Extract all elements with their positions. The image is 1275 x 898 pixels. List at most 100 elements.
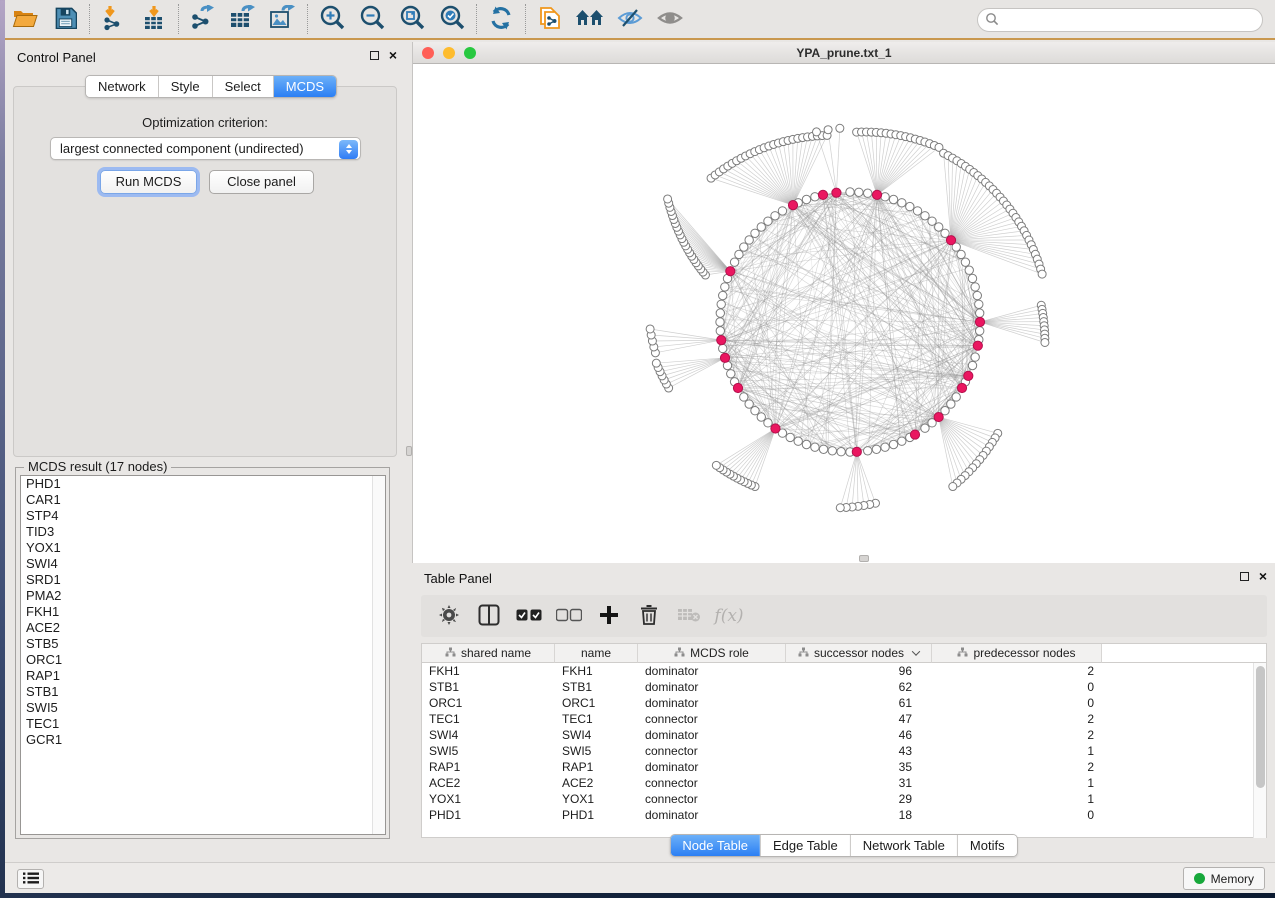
tab-style[interactable]: Style bbox=[158, 76, 212, 97]
import-network-button[interactable] bbox=[94, 2, 134, 36]
close-panel-icon[interactable]: × bbox=[389, 51, 397, 60]
cell-shared-name: RAP1 bbox=[422, 759, 555, 775]
zoom-selected-button[interactable] bbox=[432, 2, 472, 36]
table-row[interactable]: TEC1TEC1connector472 bbox=[422, 711, 1266, 727]
column-header-shared-name[interactable]: shared name bbox=[422, 644, 555, 663]
control-panel-title: Control Panel bbox=[17, 50, 96, 65]
mcds-result-item[interactable]: ACE2 bbox=[21, 620, 385, 636]
mcds-result-item[interactable]: TEC1 bbox=[21, 716, 385, 732]
table-scrollbar-thumb[interactable] bbox=[1256, 666, 1265, 788]
tab-node-table[interactable]: Node Table bbox=[670, 835, 760, 856]
add-column-button[interactable] bbox=[591, 600, 627, 632]
mcds-result-item[interactable]: YOX1 bbox=[21, 540, 385, 556]
list-icon bbox=[23, 872, 39, 887]
network-window-titlebar[interactable]: YPA_prune.txt_1 bbox=[413, 42, 1275, 64]
search-field[interactable] bbox=[977, 8, 1263, 32]
cell-MCDS-role: dominator bbox=[638, 663, 786, 679]
column-label: predecessor nodes bbox=[973, 646, 1075, 660]
tab-network[interactable]: Network bbox=[86, 76, 158, 97]
float-panel-icon[interactable] bbox=[370, 51, 379, 60]
hide-selected-button[interactable] bbox=[610, 2, 650, 36]
column-header-name[interactable]: name bbox=[555, 644, 638, 663]
refresh-icon bbox=[488, 5, 514, 34]
trash-icon bbox=[640, 604, 658, 628]
mcds-result-item[interactable]: PHD1 bbox=[21, 476, 385, 492]
cell-name: STB1 bbox=[555, 679, 638, 695]
export-table-button[interactable] bbox=[223, 2, 263, 36]
mcds-result-item[interactable]: ORC1 bbox=[21, 652, 385, 668]
tab-select[interactable]: Select bbox=[212, 76, 273, 97]
mcds-list-scrollbar[interactable] bbox=[372, 476, 385, 834]
vertical-splitter-grip[interactable] bbox=[406, 446, 412, 456]
tab-edge-table[interactable]: Edge Table bbox=[760, 835, 850, 856]
show-all-button[interactable] bbox=[650, 2, 690, 36]
export-network-icon bbox=[189, 5, 217, 34]
import-table-button[interactable] bbox=[134, 2, 174, 36]
table-row[interactable]: SWI4SWI4dominator462 bbox=[422, 727, 1266, 743]
select-all-button[interactable] bbox=[511, 600, 547, 632]
tab-motifs[interactable]: Motifs bbox=[957, 835, 1017, 856]
mcds-result-item[interactable]: SRD1 bbox=[21, 572, 385, 588]
mcds-result-list[interactable]: PHD1CAR1STP4TID3YOX1SWI4SRD1PMA2FKH1ACE2… bbox=[20, 475, 386, 835]
zoom-fit-button[interactable] bbox=[392, 2, 432, 36]
column-header-predecessor-nodes[interactable]: predecessor nodes bbox=[932, 644, 1102, 663]
mcds-result-item[interactable]: FKH1 bbox=[21, 604, 385, 620]
search-input[interactable] bbox=[999, 10, 1262, 30]
float-panel-icon[interactable] bbox=[1240, 572, 1249, 581]
table-scrollbar[interactable] bbox=[1253, 663, 1266, 838]
mcds-result-item[interactable]: SWI5 bbox=[21, 700, 385, 716]
horizontal-splitter-grip[interactable] bbox=[859, 555, 869, 562]
first-neighbors-button[interactable] bbox=[570, 2, 610, 36]
mcds-result-item[interactable]: STP4 bbox=[21, 508, 385, 524]
mcds-result-item[interactable]: GCR1 bbox=[21, 732, 385, 748]
refresh-view-button[interactable] bbox=[481, 2, 521, 36]
column-header-MCDS-role[interactable]: MCDS role bbox=[638, 644, 786, 663]
cell-MCDS-role: connector bbox=[638, 775, 786, 791]
network-canvas[interactable] bbox=[413, 64, 1275, 563]
cell-predecessor-nodes: 1 bbox=[932, 743, 1102, 759]
close-panel-icon[interactable]: × bbox=[1259, 572, 1267, 581]
mcds-result-item[interactable]: STB1 bbox=[21, 684, 385, 700]
export-network-button[interactable] bbox=[183, 2, 223, 36]
optimization-criterion-select[interactable]: largest connected component (undirected) bbox=[50, 137, 361, 160]
cell-shared-name: YOX1 bbox=[422, 791, 555, 807]
cell-predecessor-nodes: 2 bbox=[932, 727, 1102, 743]
table-row[interactable]: YOX1YOX1connector291 bbox=[422, 791, 1266, 807]
mcds-result-item[interactable]: STB5 bbox=[21, 636, 385, 652]
mcds-result-item[interactable]: SWI4 bbox=[21, 556, 385, 572]
task-history-button[interactable] bbox=[17, 869, 44, 889]
export-image-button[interactable] bbox=[263, 2, 303, 36]
control-panel-tabs: NetworkStyleSelectMCDS bbox=[85, 75, 337, 98]
table-row[interactable]: ORC1ORC1dominator610 bbox=[422, 695, 1266, 711]
clone-network-button[interactable] bbox=[530, 2, 570, 36]
cell-MCDS-role: dominator bbox=[638, 695, 786, 711]
table-settings-button[interactable] bbox=[431, 600, 467, 632]
table-row[interactable]: RAP1RAP1dominator352 bbox=[422, 759, 1266, 775]
deselect-all-button[interactable] bbox=[551, 600, 587, 632]
table-row[interactable]: FKH1FKH1dominator962 bbox=[422, 663, 1266, 679]
memory-button[interactable]: Memory bbox=[1183, 867, 1265, 890]
mcds-result-item[interactable]: CAR1 bbox=[21, 492, 385, 508]
save-session-button[interactable] bbox=[45, 2, 85, 36]
cell-filler bbox=[1102, 727, 1266, 743]
run-mcds-button[interactable]: Run MCDS bbox=[100, 170, 197, 194]
zoom-out-button[interactable] bbox=[352, 2, 392, 36]
table-row[interactable]: SWI5SWI5connector431 bbox=[422, 743, 1266, 759]
column-header-successor-nodes[interactable]: successor nodes bbox=[786, 644, 932, 663]
mcds-result-item[interactable]: RAP1 bbox=[21, 668, 385, 684]
delete-columns-button[interactable] bbox=[631, 600, 667, 632]
open-session-button[interactable] bbox=[5, 2, 45, 36]
toggle-panel-view-button[interactable] bbox=[471, 600, 507, 632]
shared-column-icon bbox=[957, 646, 968, 660]
mcds-result-item[interactable]: PMA2 bbox=[21, 588, 385, 604]
cell-predecessor-nodes: 0 bbox=[932, 807, 1102, 823]
close-panel-button[interactable]: Close panel bbox=[209, 170, 314, 194]
table-row[interactable]: STB1STB1dominator620 bbox=[422, 679, 1266, 695]
zoom-in-button[interactable] bbox=[312, 2, 352, 36]
table-row[interactable]: PHD1PHD1dominator180 bbox=[422, 807, 1266, 823]
tab-network-table[interactable]: Network Table bbox=[850, 835, 957, 856]
cell-MCDS-role: connector bbox=[638, 743, 786, 759]
table-row[interactable]: ACE2ACE2connector311 bbox=[422, 775, 1266, 791]
mcds-result-item[interactable]: TID3 bbox=[21, 524, 385, 540]
tab-mcds[interactable]: MCDS bbox=[273, 76, 336, 97]
